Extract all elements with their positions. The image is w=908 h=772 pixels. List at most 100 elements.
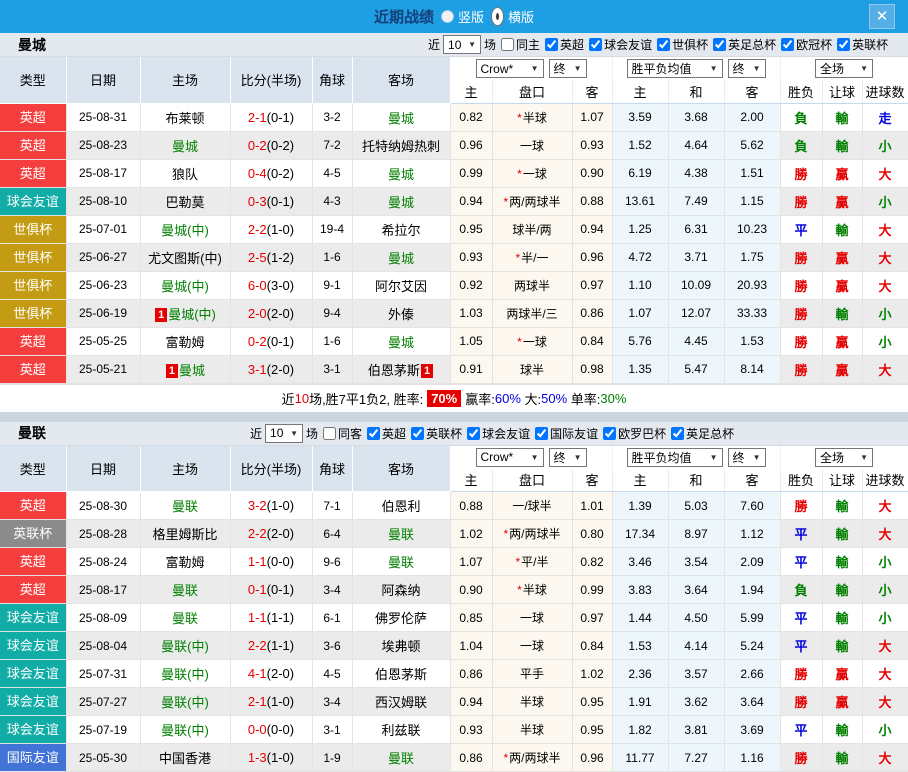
league-filter[interactable]: 英联杯 [832,36,888,53]
goals-result-cell-value: 大 [879,167,892,182]
match-row: 球会友谊25-07-31曼联(中)4-1(2-0)4-5伯恩茅斯0.86平手1.… [0,660,908,688]
home-odds-cell: 0.94 [450,187,492,215]
league-type-cell: 英联杯 [0,520,66,548]
league-filter-label: 国际友谊 [550,425,598,442]
chevron-down-icon: ▼ [574,64,582,73]
league-filter[interactable]: 世俱杯 [652,36,708,53]
goals-result-cell: 大 [862,355,908,383]
league-filter-checkbox[interactable] [411,427,424,440]
home-team-cell: 曼联(中) [140,660,230,688]
league-filter-checkbox[interactable] [545,38,558,51]
league-filter[interactable]: 球会友谊 [462,425,530,442]
radio-unselected-icon [441,10,454,23]
avg-odds-select[interactable]: 胜平负均值 ▼ [627,59,723,78]
away-odds-cell: 0.88 [572,187,612,215]
fulltime-score: 1-3 [248,750,267,765]
bookmaker-select[interactable]: Crow* ▼ [476,59,544,78]
avg-draw-cell: 4.14 [668,632,724,660]
same-venue-checkbox[interactable] [501,38,514,51]
team-label: 富勒姆 [165,335,204,350]
league-filter-label: 英联杯 [426,425,462,442]
league-filter-checkbox[interactable] [657,38,670,51]
league-filter[interactable]: 球会友谊 [584,36,652,53]
handicap-cell: 一球 [492,632,572,660]
league-badge: 世俱杯 [0,244,66,271]
match-row: 球会友谊25-08-09曼联1-1(1-1)6-1佛罗伦萨0.85一球0.971… [0,604,908,632]
league-filter-checkbox[interactable] [589,38,602,51]
league-filter-label: 英足总杯 [728,36,776,53]
goals-result-cell: 大 [862,688,908,716]
final-odds-select[interactable]: 终 ▼ [549,59,587,78]
league-filter[interactable]: 英超 [362,425,406,442]
avg-odds-select[interactable]: 胜平负均值 ▼ [627,448,723,467]
same-venue-filter[interactable]: 同客 [318,425,362,442]
team-label: 中国香港 [159,751,211,766]
avg-away-cell: 1.51 [724,159,780,187]
avg-draw-cell: 4.50 [668,604,724,632]
league-badge: 英超 [0,104,66,131]
team-section: 曼城 近 10▼ 场同主英超球会友谊世俱杯英足总杯欧冠杯英联杯 类型 日期 主场… [0,33,908,412]
result-cell-value: 勝 [795,335,808,350]
let-goal-result-cell-value: 輸 [836,639,849,654]
avg-away-cell: 1.15 [724,187,780,215]
let-goal-result-cell: 輸 [822,576,862,604]
league-filter-checkbox[interactable] [603,427,616,440]
result-cell: 負 [780,103,822,131]
match-row: 英超25-08-17狼队0-4(0-2)4-5曼城0.99*一球0.906.19… [0,159,908,187]
league-filter[interactable]: 英足总杯 [666,425,734,442]
same-venue-filter[interactable]: 同主 [496,36,540,53]
team-label: 曼联 [172,583,198,598]
league-type-cell: 球会友谊 [0,604,66,632]
subcol-let-goal: 让球 [822,80,862,103]
league-filter-checkbox[interactable] [837,38,850,51]
league-filter-checkbox[interactable] [713,38,726,51]
league-filter-checkbox[interactable] [535,427,548,440]
final-avg-select[interactable]: 终 ▼ [728,448,766,467]
league-filter-checkbox[interactable] [367,427,380,440]
summary-segment: 大: [521,389,541,408]
league-filter[interactable]: 欧罗巴杯 [598,425,666,442]
corner-cell: 3-1 [312,355,352,383]
home-odds-cell: 0.93 [450,716,492,744]
away-team-cell: 曼城 [352,243,450,271]
match-scope-select[interactable]: 全场 ▼ [815,59,873,78]
away-odds-cell: 0.86 [572,299,612,327]
rank-badge: 1 [421,364,433,378]
match-row: 世俱杯25-06-23曼城(中)6-0(3-0)9-1阿尔艾因0.92两球半0.… [0,271,908,299]
result-cell-value: 勝 [795,363,808,378]
radio-vertical-layout[interactable]: 竖版 [441,7,484,26]
let-goal-result-cell-value: 贏 [836,195,849,210]
same-venue-checkbox[interactable] [323,427,336,440]
league-filter[interactable]: 英足总杯 [708,36,776,53]
games-count-select[interactable]: 10▼ [265,424,303,443]
league-filter-checkbox[interactable] [781,38,794,51]
corner-cell: 3-1 [312,716,352,744]
handicap-cell: *平/半 [492,548,572,576]
radio-horizontal-layout[interactable]: 横版 [491,7,534,26]
league-filter[interactable]: 欧冠杯 [776,36,832,53]
match-scope-select[interactable]: 全场 ▼ [815,448,873,467]
avg-away-cell: 1.75 [724,243,780,271]
star-marker: * [517,167,522,181]
home-odds-cell: 0.82 [450,103,492,131]
league-filter[interactable]: 英超 [540,36,584,53]
result-cell: 負 [780,131,822,159]
close-icon[interactable]: ✕ [869,4,895,29]
corner-cell: 19-4 [312,215,352,243]
result-cell-value: 勝 [795,751,808,766]
halftime-score: (1-0) [267,222,294,237]
final-avg-select[interactable]: 终 ▼ [728,59,766,78]
col-header-home: 主场 [140,57,230,103]
avg-draw-cell: 6.31 [668,215,724,243]
league-filter[interactable]: 英联杯 [406,425,462,442]
league-type-cell: 英超 [0,131,66,159]
corner-cell: 1-6 [312,327,352,355]
score-cell: 3-2(1-0) [230,492,312,520]
final-odds-select[interactable]: 终 ▼ [549,448,587,467]
match-row: 英超25-08-23曼城0-2(0-2)7-2托特纳姆热刺0.96一球0.931… [0,131,908,159]
league-filter-checkbox[interactable] [671,427,684,440]
bookmaker-select[interactable]: Crow* ▼ [476,448,544,467]
games-count-select[interactable]: 10▼ [443,35,481,54]
league-filter-checkbox[interactable] [467,427,480,440]
league-filter[interactable]: 国际友谊 [530,425,598,442]
